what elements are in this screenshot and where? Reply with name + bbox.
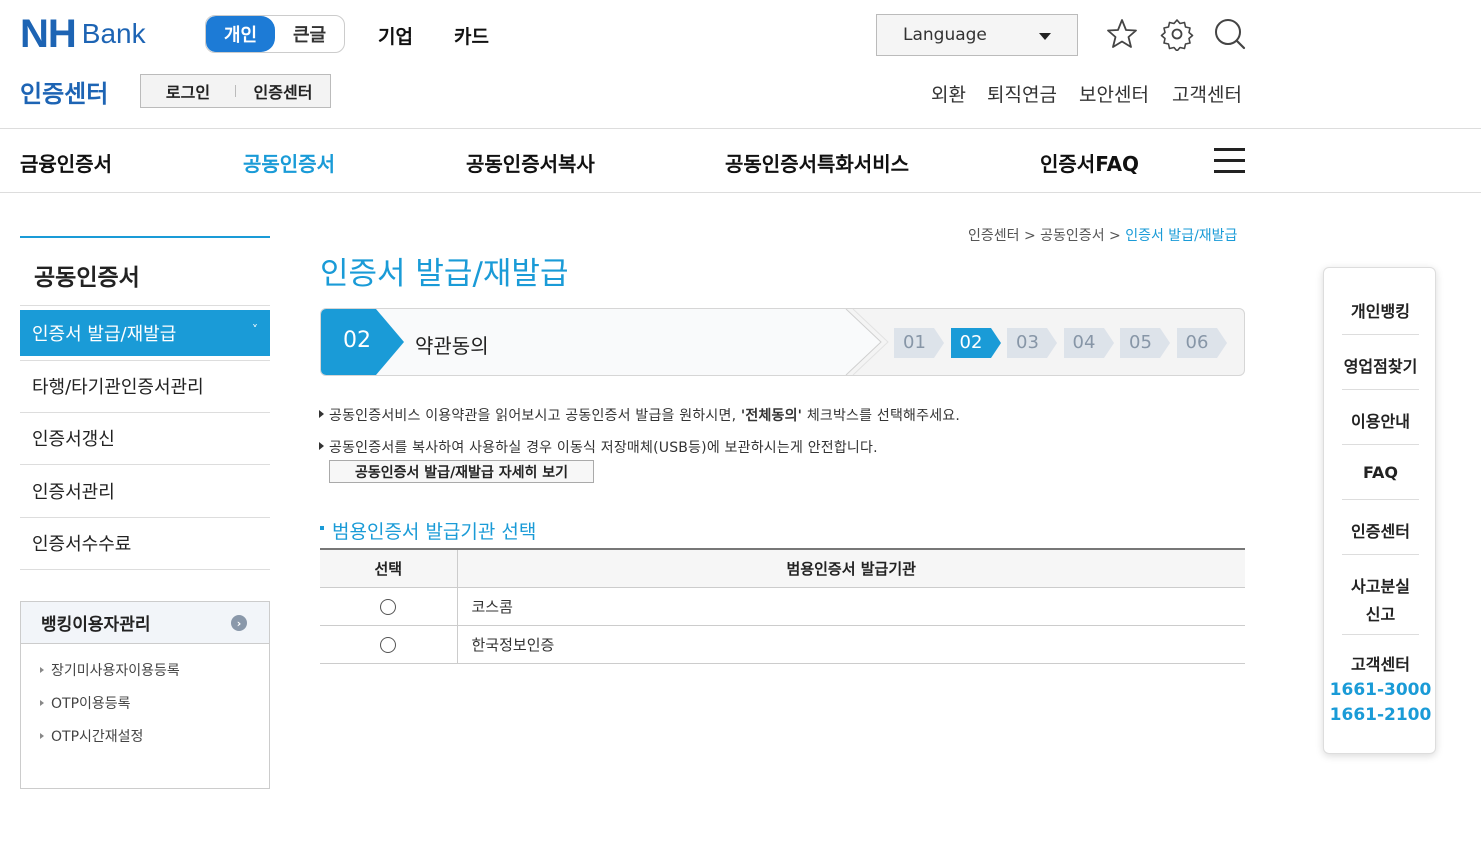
step-indicator: 02 약관동의 01 02 03 04 05 06 xyxy=(320,308,1245,376)
search-icon[interactable] xyxy=(1213,17,1247,51)
issuer-section-title: 범용인증서 발급기관 선택 xyxy=(320,517,536,544)
step-pill-05: 05 xyxy=(1129,332,1152,353)
table-row: 한국정보인증 xyxy=(320,625,1245,664)
current-step-number: 02 xyxy=(343,328,371,353)
issuer-radio-kica[interactable] xyxy=(380,636,397,653)
breadcrumb-sep: > xyxy=(1023,228,1036,244)
step-pill-01: 01 xyxy=(903,332,926,353)
side-nav-item-label: 인증서 발급/재발급 xyxy=(32,324,177,345)
issuer-table: 선택 범용인증서 발급기관 코스콤 한국정보인증 xyxy=(320,548,1245,664)
quick-menu: 개인뱅킹 영업점찾기 이용안내 FAQ 인증센터 사고분실 신고 고객센터 16… xyxy=(1323,267,1436,754)
column-header: 선택 xyxy=(320,549,458,588)
divider xyxy=(1342,554,1419,555)
quick-guide[interactable]: 이용안내 xyxy=(1342,408,1419,432)
side-nav-item-manage[interactable]: 인증서관리 xyxy=(20,465,270,518)
arrow-right-icon[interactable]: › xyxy=(231,615,247,631)
sub-link-dormant[interactable]: 장기미사용자이용등록 xyxy=(37,660,269,693)
quick-customer-center: 고객센터 xyxy=(1351,655,1410,674)
util-link-security[interactable]: 보안센터 xyxy=(1079,80,1149,107)
gnb-cert-faq[interactable]: 인증서FAQ xyxy=(1040,148,1139,177)
divider xyxy=(1342,334,1419,335)
side-nav-item-renew[interactable]: 인증서갱신 xyxy=(20,413,270,465)
logo-bank: Bank xyxy=(81,18,146,49)
nh-bank-logo[interactable]: NH Bank xyxy=(20,14,146,54)
column-header: 범용인증서 발급기관 xyxy=(457,549,1245,588)
side-nav-title: 공동인증서 xyxy=(20,236,270,306)
global-nav: 금융인증서 공동인증서 공동인증서복사 공동인증서특화서비스 인증서FAQ xyxy=(0,128,1481,193)
sub-link-otp-register[interactable]: OTP이용등록 xyxy=(37,693,269,726)
side-nav-item-issue[interactable]: 인증서 발급/재발급 ˅ xyxy=(20,310,270,356)
sub-link-otp-time[interactable]: OTP시간재설정 xyxy=(37,726,269,759)
section-title: 인증센터 xyxy=(20,80,109,108)
star-icon[interactable] xyxy=(1105,17,1139,51)
login-box: 로그인 인증센터 xyxy=(140,74,331,108)
nav-business[interactable]: 기업 xyxy=(378,22,413,49)
banking-user-title: 뱅킹이용자관리 xyxy=(41,615,151,635)
gnb-joint-cert-special[interactable]: 공동인증서특화서비스 xyxy=(725,148,909,177)
quick-cert-center[interactable]: 인증센터 xyxy=(1342,518,1419,542)
step-pill-04: 04 xyxy=(1072,332,1096,353)
page-title: 인증서 발급/재발급 xyxy=(320,256,569,292)
issuer-name: 코스콤 xyxy=(457,587,1245,626)
quick-faq[interactable]: FAQ xyxy=(1342,463,1419,482)
breadcrumb-item[interactable]: 공동인증서 xyxy=(1040,228,1104,244)
gnb-joint-cert[interactable]: 공동인증서 xyxy=(243,148,335,177)
language-label: Language xyxy=(903,25,987,45)
quick-loss-report-line: 신고 xyxy=(1365,605,1396,624)
banking-user-box: 뱅킹이용자관리 › 장기미사용자이용등록 OTP이용등록 OTP시간재설정 xyxy=(20,601,270,789)
mode-toggle: 개인 큰글 xyxy=(205,15,345,53)
notice-line: 공동인증서비스 이용약관을 읽어보시고 공동인증서 발급을 원하시면, '전체동… xyxy=(318,405,960,437)
nav-card[interactable]: 카드 xyxy=(454,22,489,49)
quick-branch-finder[interactable]: 영업점찾기 xyxy=(1342,353,1419,377)
step-pill-03: 03 xyxy=(1016,332,1039,353)
caret-down-icon xyxy=(1039,33,1051,40)
chevron-down-icon: ˅ xyxy=(252,323,258,337)
step-pill-02: 02 xyxy=(959,332,983,353)
cert-center-link[interactable]: 인증센터 xyxy=(236,79,330,103)
divider xyxy=(1342,389,1419,390)
quick-loss-report[interactable]: 사고분실 신고 xyxy=(1342,573,1419,625)
quick-personal-banking[interactable]: 개인뱅킹 xyxy=(1342,298,1419,322)
phone-number[interactable]: 1661-2100 xyxy=(1324,705,1437,725)
side-nav-item-fee[interactable]: 인증서수수료 xyxy=(20,518,270,570)
detail-view-button[interactable]: 공동인증서 발급/재발급 자세히 보기 xyxy=(329,460,594,483)
notice-emphasis: '전체동의' xyxy=(740,408,803,424)
personal-mode-button[interactable]: 개인 xyxy=(206,16,275,52)
large-text-mode-button[interactable]: 큰글 xyxy=(275,16,344,52)
step-pill-06: 06 xyxy=(1185,332,1209,353)
side-nav-item-other-bank[interactable]: 타행/타기관인증서관리 xyxy=(20,360,270,413)
gnb-joint-cert-copy[interactable]: 공동인증서복사 xyxy=(466,148,595,177)
phone-number[interactable]: 1661-3000 xyxy=(1324,680,1437,700)
banking-user-header: 뱅킹이용자관리 › xyxy=(21,602,269,644)
table-row: 코스콤 xyxy=(320,587,1245,626)
gnb-financial-cert[interactable]: 금융인증서 xyxy=(20,148,112,177)
breadcrumb-current: 인증서 발급/재발급 xyxy=(1125,228,1238,244)
breadcrumb: 인증센터 > 공동인증서 > 인증서 발급/재발급 xyxy=(968,225,1237,245)
gear-icon[interactable] xyxy=(1160,17,1194,51)
util-link-forex[interactable]: 외환 xyxy=(931,80,966,107)
issuer-radio-koscom[interactable] xyxy=(380,598,397,615)
util-link-pension[interactable]: 퇴직연금 xyxy=(987,80,1057,107)
divider xyxy=(1342,634,1419,635)
login-link[interactable]: 로그인 xyxy=(141,79,235,103)
logo-nh: NH xyxy=(20,12,77,56)
hamburger-menu-icon[interactable] xyxy=(1214,148,1245,174)
current-step-label: 약관동의 xyxy=(415,334,489,358)
issuer-name: 한국정보인증 xyxy=(457,625,1245,664)
util-link-customer[interactable]: 고객센터 xyxy=(1172,80,1242,107)
breadcrumb-sep: > xyxy=(1109,228,1121,244)
divider xyxy=(1342,444,1419,445)
language-select[interactable]: Language xyxy=(876,14,1078,56)
side-nav: 공동인증서 인증서 발급/재발급 ˅ 타행/타기관인증서관리 인증서갱신 인증서… xyxy=(20,236,270,570)
quick-loss-report-line: 사고분실 xyxy=(1351,577,1410,596)
divider xyxy=(1342,499,1419,500)
breadcrumb-item[interactable]: 인증센터 xyxy=(968,228,1020,244)
